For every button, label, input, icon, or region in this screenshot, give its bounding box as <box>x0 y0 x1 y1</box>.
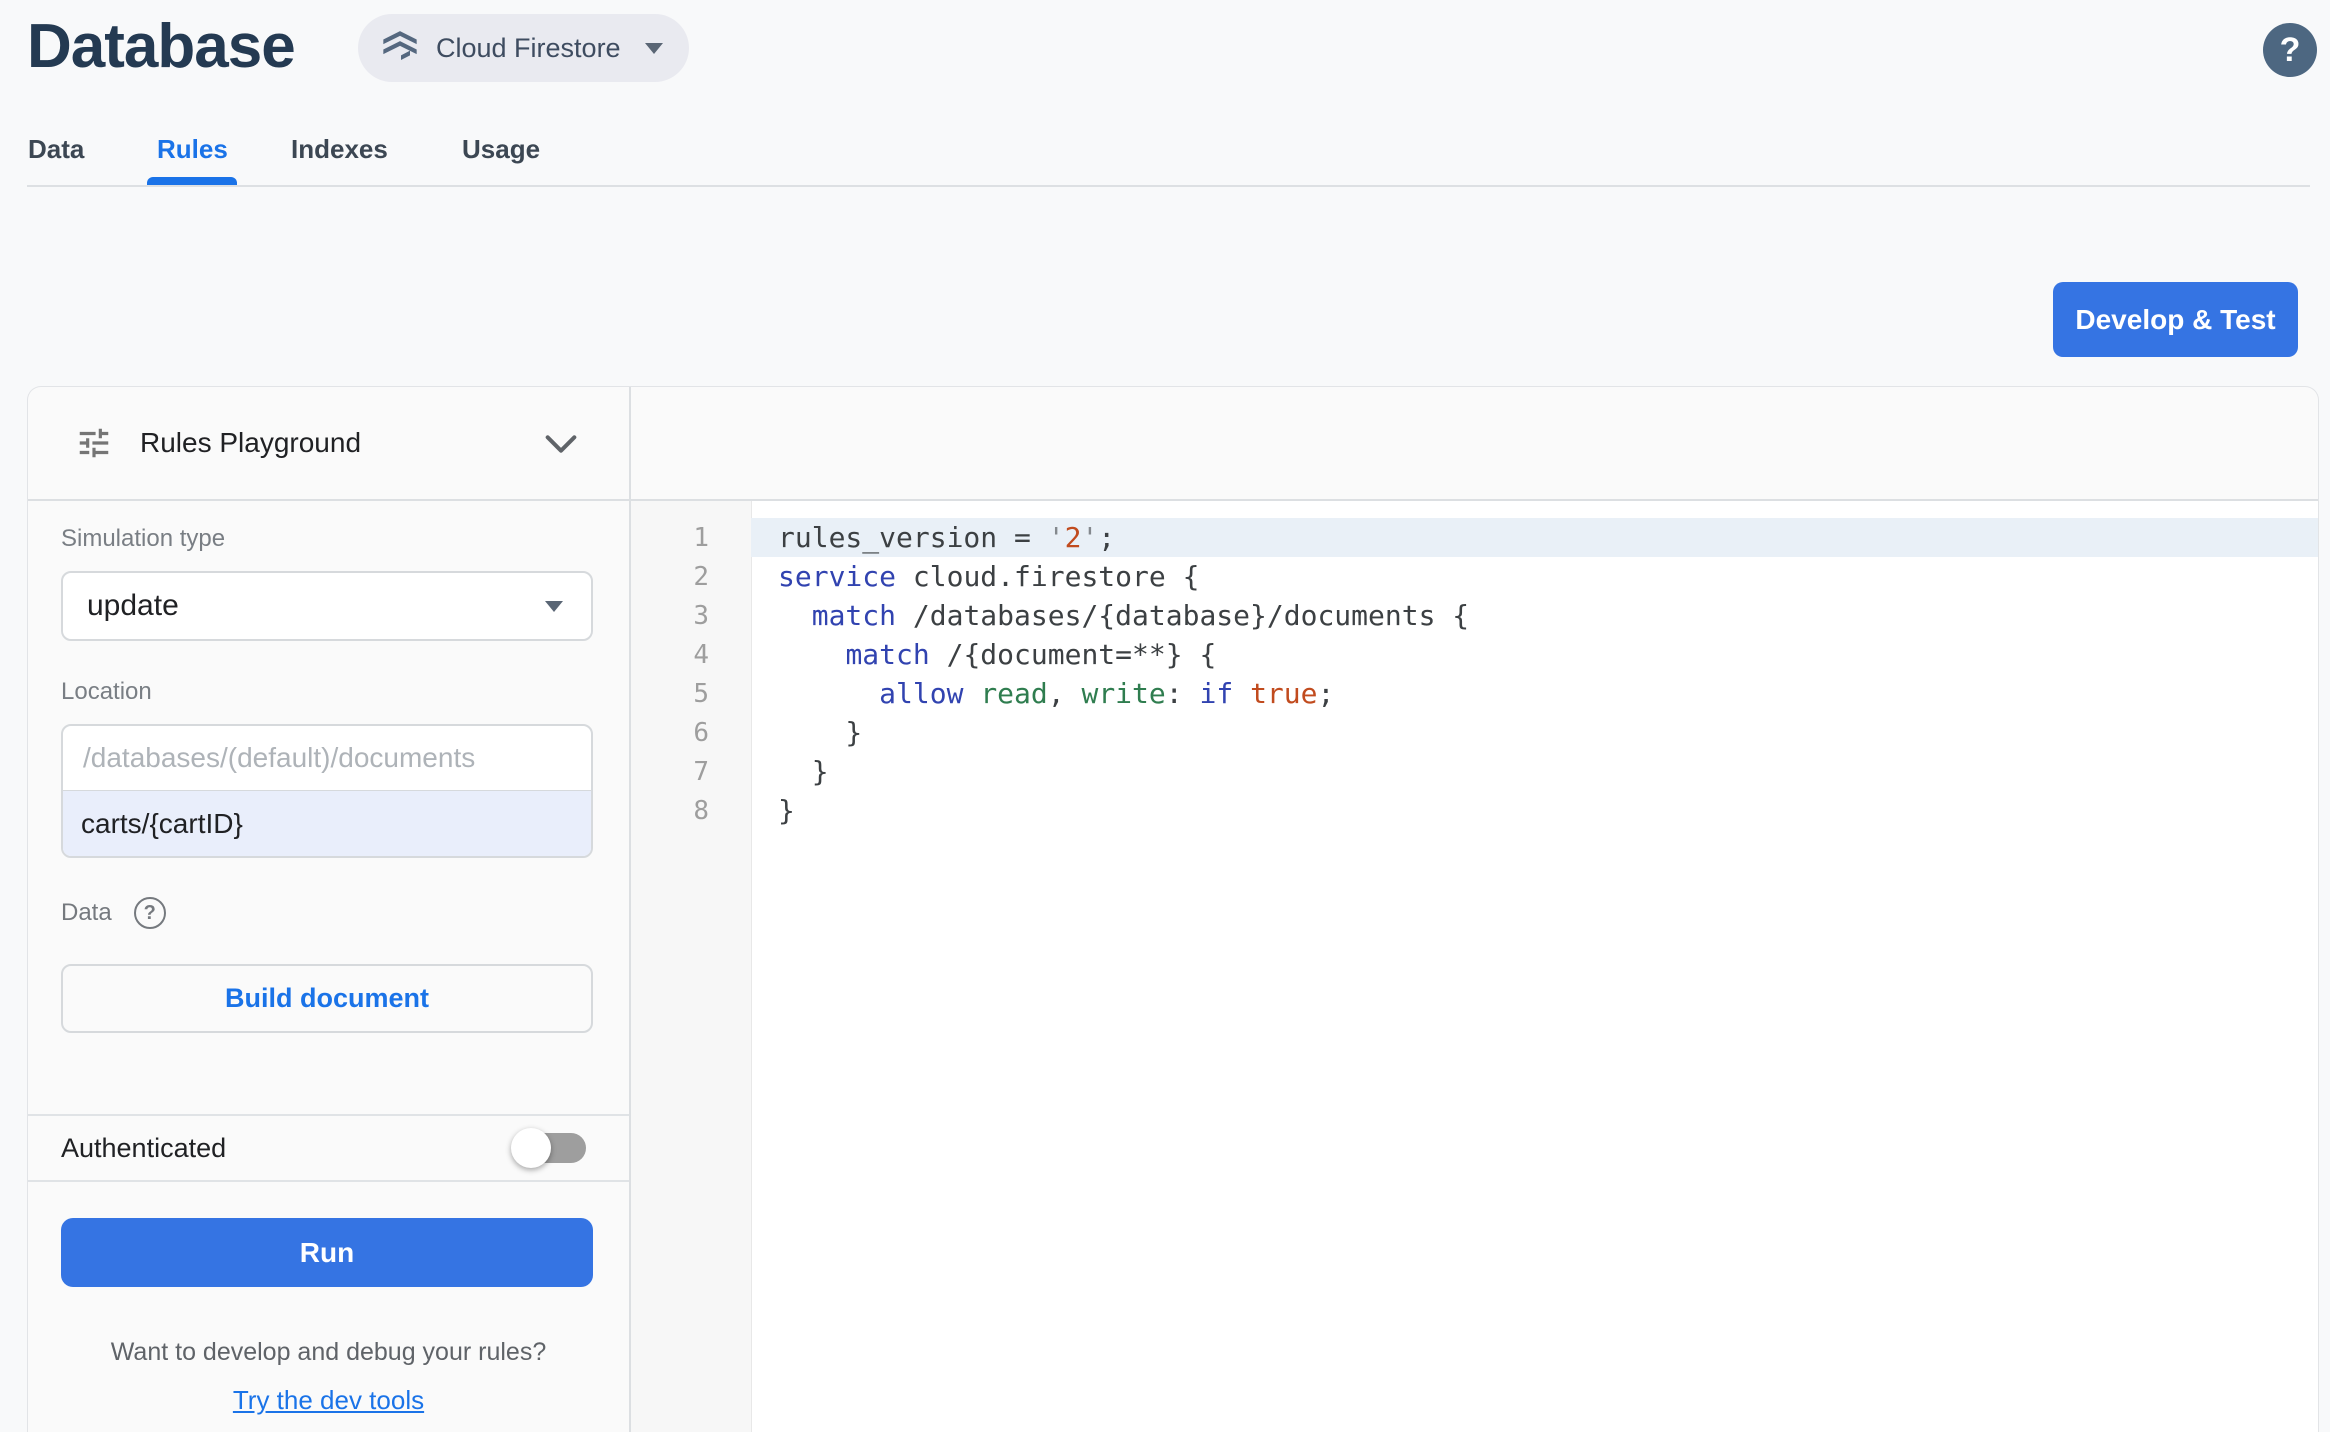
line-number: 6 <box>693 717 709 748</box>
code-line[interactable]: 2 service cloud.firestore { <box>631 557 2318 596</box>
help-button[interactable]: ? <box>2263 23 2317 77</box>
tab-usage[interactable]: Usage <box>462 134 540 164</box>
tabs-divider <box>27 185 2310 187</box>
data-help-icon[interactable]: ? <box>133 897 166 929</box>
tune-icon <box>75 424 113 462</box>
question-mark-icon: ? <box>2279 30 2301 69</box>
tab-data[interactable]: Data <box>28 134 84 164</box>
run-button[interactable]: Run <box>61 1218 593 1287</box>
firestore-rules-page: Database Cloud Firestore ? Data Rules In… <box>0 0 2330 1432</box>
code-text: } <box>778 716 863 749</box>
toggle-knob <box>511 1128 551 1168</box>
line-number: 5 <box>693 678 709 709</box>
authenticated-toggle[interactable] <box>511 1128 586 1168</box>
section-divider <box>28 1114 629 1116</box>
authenticated-label: Authenticated <box>61 1133 227 1163</box>
code-text: allow read, write: if true; <box>879 677 1335 710</box>
firestore-icon <box>380 28 420 68</box>
location-base-path: /databases/(default)/documents <box>63 726 591 791</box>
dev-tools-question: Want to develop and debug your rules? <box>110 1338 547 1366</box>
code-text: match /{document=**} { <box>845 638 1217 671</box>
data-label: Data <box>61 899 112 926</box>
code-line[interactable]: 8} <box>631 791 2318 830</box>
product-switcher-label: Cloud Firestore <box>436 32 621 63</box>
line-number: 4 <box>693 639 709 670</box>
simulation-type-select[interactable]: update <box>61 571 593 641</box>
simulation-type-value: update <box>87 589 179 622</box>
line-number: 8 <box>693 795 709 826</box>
location-field: /databases/(default)/documents carts/{ca… <box>61 724 593 858</box>
section-divider <box>28 1180 629 1182</box>
collapse-chevron-icon[interactable] <box>544 434 578 459</box>
rules-card: Rules Playground Simulation type update … <box>27 386 2319 1432</box>
code-line[interactable]: 5 allow read, write: if true; <box>631 674 2318 713</box>
data-section-header: Data ? <box>61 897 166 929</box>
tab-rules[interactable]: Rules <box>157 134 228 164</box>
select-caret-icon <box>545 600 563 612</box>
code-text: service cloud.firestore { <box>778 560 1200 593</box>
code-line[interactable]: 1 rules_version = ' 2 '; <box>631 518 2318 557</box>
chevron-down-icon <box>644 42 663 54</box>
line-number: 7 <box>693 756 709 787</box>
code-lines: 1 rules_version = ' 2 '; 2 service cloud.fire… <box>631 518 2318 830</box>
develop-test-button[interactable]: Develop & Test <box>2053 282 2298 357</box>
code-line[interactable]: 4 match /{document=**} { <box>631 635 2318 674</box>
code-text: match /databases/{database}/documents { <box>811 599 1470 632</box>
code-line[interactable]: 6 } <box>631 713 2318 752</box>
code-line[interactable]: 7 } <box>631 752 2318 791</box>
code-text: rules_version = ' 2 '; <box>751 518 2318 557</box>
line-number: 2 <box>693 561 709 592</box>
tab-indexes[interactable]: Indexes <box>291 134 388 164</box>
line-number: 1 <box>693 522 709 553</box>
card-header: Rules Playground <box>28 387 2318 501</box>
code-text: } <box>778 794 795 827</box>
rules-playground-header[interactable]: Rules Playground <box>75 387 361 499</box>
rules-code-editor[interactable]: 1 rules_version = ' 2 '; 2 service cloud.fire… <box>631 501 2318 1432</box>
code-line[interactable]: 3 match /databases/{database}/documents … <box>631 596 2318 635</box>
location-label: Location <box>61 678 152 705</box>
line-number: 3 <box>693 600 709 631</box>
dev-tools-link[interactable]: Try the dev tools <box>28 1385 629 1416</box>
product-switcher[interactable]: Cloud Firestore <box>358 14 689 82</box>
page-title: Database <box>27 11 296 81</box>
code-text: } <box>778 755 829 788</box>
simulation-type-label: Simulation type <box>61 525 226 552</box>
build-document-button[interactable]: Build document <box>61 964 593 1033</box>
rules-playground-title: Rules Playground <box>140 427 362 458</box>
location-input[interactable]: carts/{cartID} <box>63 791 591 856</box>
